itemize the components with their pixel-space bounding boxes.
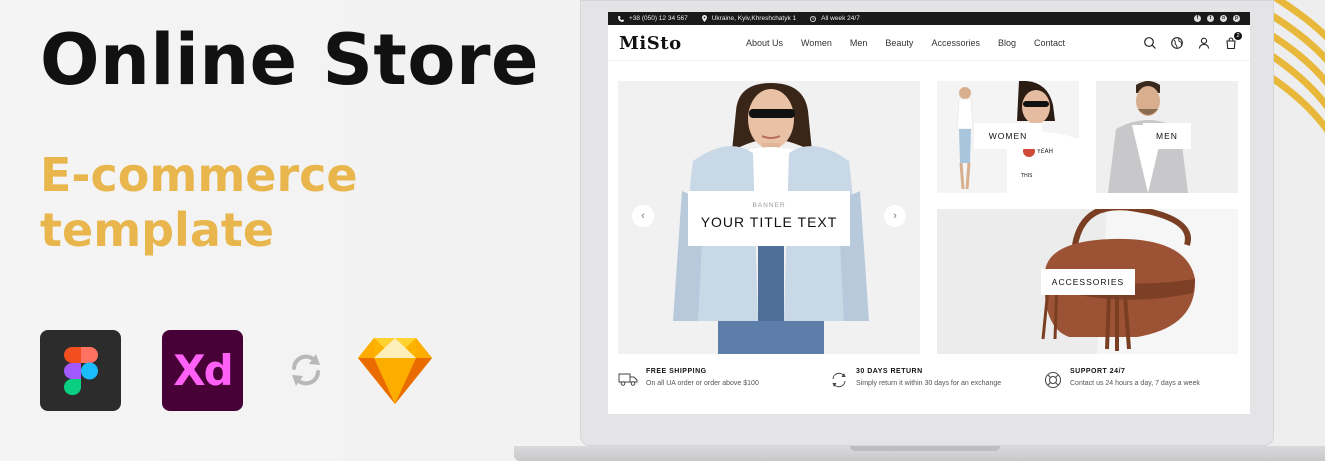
promo-title: Online Store <box>40 19 539 101</box>
menu-men[interactable]: Men <box>850 38 868 48</box>
menu-women[interactable]: Women <box>801 38 832 48</box>
return-icon <box>832 372 846 388</box>
women-category-label[interactable]: WOMEN <box>974 123 1042 149</box>
hero-title-card: BANNER YOUR TITLE TEXT <box>688 191 850 246</box>
pinterest-icon[interactable]: p <box>1233 15 1240 22</box>
topbar-address: Ukraine, Kyiv,Khreshchatyk 1 <box>701 15 797 22</box>
menu-accessories[interactable]: Accessories <box>931 38 980 48</box>
store-nav: MiSto About Us Women Men Beauty Accessor… <box>608 25 1250 61</box>
sync-icon <box>292 354 320 386</box>
laptop-notch <box>850 446 1000 451</box>
women-banner[interactable]: YEAH THIS WOMEN <box>937 81 1079 193</box>
cart-count-badge: 2 <box>1234 32 1242 40</box>
social-links: f t o p <box>1194 15 1240 22</box>
topbar-address-text: Ukraine, Kyiv,Khreshchatyk 1 <box>711 15 797 22</box>
store-topbar: +38 (050) 12 34 567 Ukraine, Kyiv,Khresh… <box>608 12 1250 25</box>
topbar-hours: All week 24/7 <box>810 15 860 22</box>
store-logo[interactable]: MiSto <box>619 33 682 54</box>
feature-support-title: SUPPORT 24/7 <box>1070 368 1126 375</box>
cart-button[interactable]: 2 <box>1224 32 1242 50</box>
feature-30-days-return-title: 30 DAYS RETURN <box>856 368 923 375</box>
figma-icon <box>40 330 121 411</box>
promo-subtitle: E-commerce template <box>40 148 420 258</box>
hero-banner[interactable]: ‹ › BANNER YOUR TITLE TEXT <box>618 81 920 354</box>
features-strip: FREE SHIPPING On all UA order or order a… <box>618 368 1240 402</box>
men-category-label[interactable]: MEN <box>1143 123 1191 149</box>
topbar-hours-text: All week 24/7 <box>821 15 860 22</box>
feature-free-shipping-title: FREE SHIPPING <box>646 368 707 375</box>
globe-icon[interactable] <box>1170 36 1184 50</box>
men-banner[interactable]: MEN <box>1096 81 1238 193</box>
sketch-icon <box>358 338 432 404</box>
search-icon[interactable] <box>1143 36 1157 50</box>
feature-support: SUPPORT 24/7 Contact us 24 hours a day, … <box>1044 368 1240 402</box>
hero-title: YOUR TITLE TEXT <box>700 214 838 230</box>
clock-icon <box>810 15 817 22</box>
promo-subtitle-line2: template <box>40 203 275 258</box>
menu-beauty[interactable]: Beauty <box>885 38 913 48</box>
topbar-phone-text: +38 (050) 12 34 567 <box>629 15 688 22</box>
instagram-icon[interactable]: o <box>1220 15 1227 22</box>
truck-icon <box>618 373 638 386</box>
menu-blog[interactable]: Blog <box>998 38 1016 48</box>
accessories-category-label[interactable]: ACCESSORIES <box>1041 269 1135 295</box>
feature-30-days-return: 30 DAYS RETURN Simply return it within 3… <box>830 368 1044 402</box>
adobe-xd-icon: Xd <box>162 330 243 411</box>
main-menu: About Us Women Men Beauty Accessories Bl… <box>746 38 1083 48</box>
location-pin-icon <box>701 15 707 22</box>
store-screen: +38 (050) 12 34 567 Ukraine, Kyiv,Khresh… <box>608 12 1250 414</box>
decorative-stripes <box>1273 0 1325 133</box>
accessories-banner[interactable]: ACCESSORIES <box>937 209 1238 354</box>
nav-icons: 2 <box>1143 32 1242 50</box>
topbar-phone[interactable]: +38 (050) 12 34 567 <box>618 15 688 22</box>
promo-subtitle-line1: E-commerce <box>40 148 358 202</box>
feature-support-desc: Contact us 24 hours a day, 7 days a week <box>1070 380 1200 387</box>
support-icon <box>1045 372 1061 388</box>
hero-kicker: BANNER <box>752 202 786 209</box>
feature-free-shipping-desc: On all UA order or order above $100 <box>646 380 759 387</box>
svg-text:YEAH: YEAH <box>1036 148 1053 155</box>
hero-prev-button[interactable]: ‹ <box>632 205 654 227</box>
svg-text:THIS: THIS <box>1020 173 1032 179</box>
menu-about-us[interactable]: About Us <box>746 38 783 48</box>
phone-icon <box>618 15 624 22</box>
hero-next-button[interactable]: › <box>884 205 906 227</box>
facebook-icon[interactable]: f <box>1194 15 1201 22</box>
menu-contact[interactable]: Contact <box>1034 38 1065 48</box>
feature-30-days-return-desc: Simply return it within 30 days for an e… <box>856 380 1002 387</box>
twitter-icon[interactable]: t <box>1207 15 1214 22</box>
user-icon[interactable] <box>1197 36 1211 50</box>
feature-free-shipping: FREE SHIPPING On all UA order or order a… <box>618 368 830 402</box>
